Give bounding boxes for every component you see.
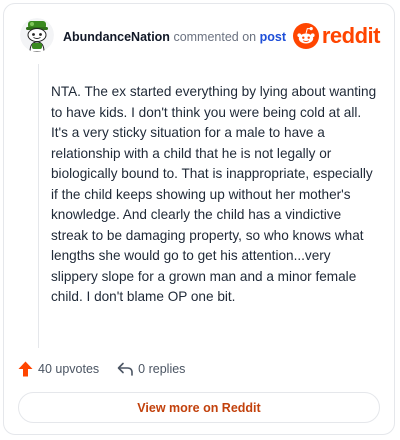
comment-body: NTA. The ex started everything by lying … <box>51 84 377 304</box>
replies-stat[interactable]: 0 replies <box>117 362 185 376</box>
comment-footer: 40 upvotes 0 replies <box>18 359 185 379</box>
username-link[interactable]: AbundanceNation <box>63 30 170 44</box>
comment-embed-card: AbundanceNation commented on post reddit… <box>3 3 395 435</box>
upvote-arrow-icon <box>18 361 33 377</box>
snoo-avatar-icon <box>20 18 54 52</box>
reddit-wordmark: reddit <box>321 23 381 48</box>
action-text: commented on <box>173 30 257 44</box>
thread-line <box>38 64 39 348</box>
reddit-logo-icon <box>292 23 319 49</box>
upvotes-count: 40 upvotes <box>38 362 100 376</box>
post-link[interactable]: post <box>260 30 286 44</box>
reddit-brand[interactable]: reddit <box>292 23 381 49</box>
comment-header: AbundanceNation commented on post reddit <box>20 18 381 54</box>
avatar[interactable] <box>20 18 54 52</box>
upvotes-stat[interactable]: 40 upvotes <box>18 361 99 377</box>
byline: AbundanceNation commented on post <box>63 30 286 44</box>
reply-arrow-icon <box>117 362 133 376</box>
view-more-button[interactable]: View more on Reddit <box>18 392 380 423</box>
replies-count: 0 replies <box>138 362 186 376</box>
